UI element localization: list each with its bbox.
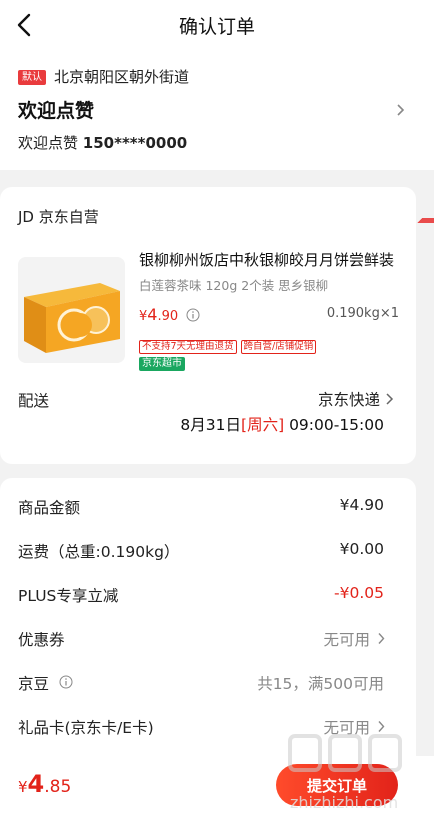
contact-phone: 150****0000 bbox=[82, 134, 188, 152]
info-icon[interactable] bbox=[59, 675, 73, 689]
address-detail: 欢迎点赞 bbox=[18, 100, 95, 122]
mooncake-box-image bbox=[18, 257, 125, 363]
product-weight-qty: 0.190kg×1 bbox=[326, 306, 399, 321]
order-items-card: JD 京东自营 银柳柳州饭店中秋银柳皎月月饼尝鲜装 白莲蓉茶味 120g 2个装… bbox=[0, 187, 416, 464]
page-title: 确认订单 bbox=[178, 16, 255, 38]
product-name[interactable]: 银柳柳州饭店中秋银柳皎月月饼尝鲜装 bbox=[139, 249, 404, 270]
summary-row-shipping-fee: 运费（总重:0.190kg） ¥0.00 bbox=[18, 540, 384, 562]
summary-row-coupon[interactable]: 优惠券 无可用 bbox=[18, 628, 386, 650]
submit-order-button[interactable]: 提交订单 bbox=[276, 764, 398, 806]
info-icon[interactable] bbox=[186, 308, 200, 322]
nav-bar: 确认订单 bbox=[0, 0, 434, 50]
summary-label: 运费（总重:0.190kg） bbox=[18, 543, 180, 561]
total-currency: ¥ bbox=[18, 778, 28, 796]
summary-label: PLUS专享立减 bbox=[18, 587, 119, 605]
jd-supermarket-badge: 京东超市 bbox=[139, 357, 185, 371]
address-card[interactable]: 默认 北京朝阳区朝外街道 欢迎点赞 欢迎点赞 150****0000 bbox=[0, 50, 434, 223]
product-tag: 不支持7天无理由退货 bbox=[139, 340, 237, 354]
shipping-time[interactable]: 8月31日[周六] 09:00-15:00 bbox=[180, 413, 384, 435]
address-region: 北京朝阳区朝外街道 bbox=[54, 68, 190, 86]
price-decimal: .90 bbox=[157, 309, 179, 324]
default-badge: 默认 bbox=[18, 70, 46, 85]
product-image[interactable] bbox=[18, 257, 125, 363]
summary-value: 无可用 bbox=[323, 719, 370, 737]
summary-label: 礼品卡(京东卡/E卡) bbox=[18, 719, 154, 737]
summary-value: -¥0.05 bbox=[334, 584, 384, 602]
chevron-right-icon[interactable] bbox=[377, 719, 386, 734]
summary-label: 京豆 bbox=[18, 675, 50, 693]
total-integer: 4 bbox=[27, 770, 45, 798]
product-tags: 不支持7天无理由退货 跨自营/店铺促销 bbox=[139, 340, 317, 354]
summary-value: 无可用 bbox=[323, 631, 370, 649]
product-spec: 白莲蓉茶味 120g 2个装 思乡银柳 bbox=[139, 278, 329, 293]
summary-label: 商品金额 bbox=[18, 499, 81, 517]
contact-name: 欢迎点赞 bbox=[18, 134, 79, 152]
summary-value: ¥0.00 bbox=[339, 540, 384, 558]
chevron-right-icon[interactable] bbox=[377, 631, 386, 646]
chevron-right-icon[interactable] bbox=[385, 391, 395, 407]
price-integer: 4 bbox=[147, 305, 158, 324]
total-decimal: .85 bbox=[44, 777, 72, 797]
summary-row-goods-amount: 商品金额 ¥4.90 bbox=[18, 496, 384, 518]
summary-row-jd-beans[interactable]: 京豆 共15，满500可用 bbox=[18, 672, 384, 694]
contact-info: 欢迎点赞 150****0000 bbox=[18, 132, 187, 153]
summary-label: 优惠券 bbox=[18, 631, 65, 649]
summary-value: 共15，满500可用 bbox=[257, 675, 384, 693]
store-name: JD 京东自营 bbox=[18, 208, 99, 226]
summary-row-plus-discount: PLUS专享立减 -¥0.05 bbox=[18, 584, 384, 606]
product-tag: 跨自营/店铺促销 bbox=[240, 340, 317, 354]
shipping-label: 配送 bbox=[18, 392, 50, 410]
summary-value: ¥4.90 bbox=[339, 496, 384, 514]
order-total: ¥4.85 bbox=[18, 770, 71, 798]
shipping-carrier[interactable]: 京东快递 bbox=[318, 388, 380, 410]
checkout-bar: ¥4.85 提交订单 bbox=[0, 756, 434, 814]
summary-row-gift-card[interactable]: 礼品卡(京东卡/E卡) 无可用 bbox=[18, 716, 386, 738]
chevron-right-icon[interactable] bbox=[394, 100, 408, 120]
shipping-date: 8月31日 bbox=[180, 416, 242, 434]
shipping-window: 09:00-15:00 bbox=[289, 416, 384, 434]
product-price: ¥4.90 bbox=[139, 305, 178, 324]
shipping-weekday: [周六] bbox=[241, 416, 285, 434]
